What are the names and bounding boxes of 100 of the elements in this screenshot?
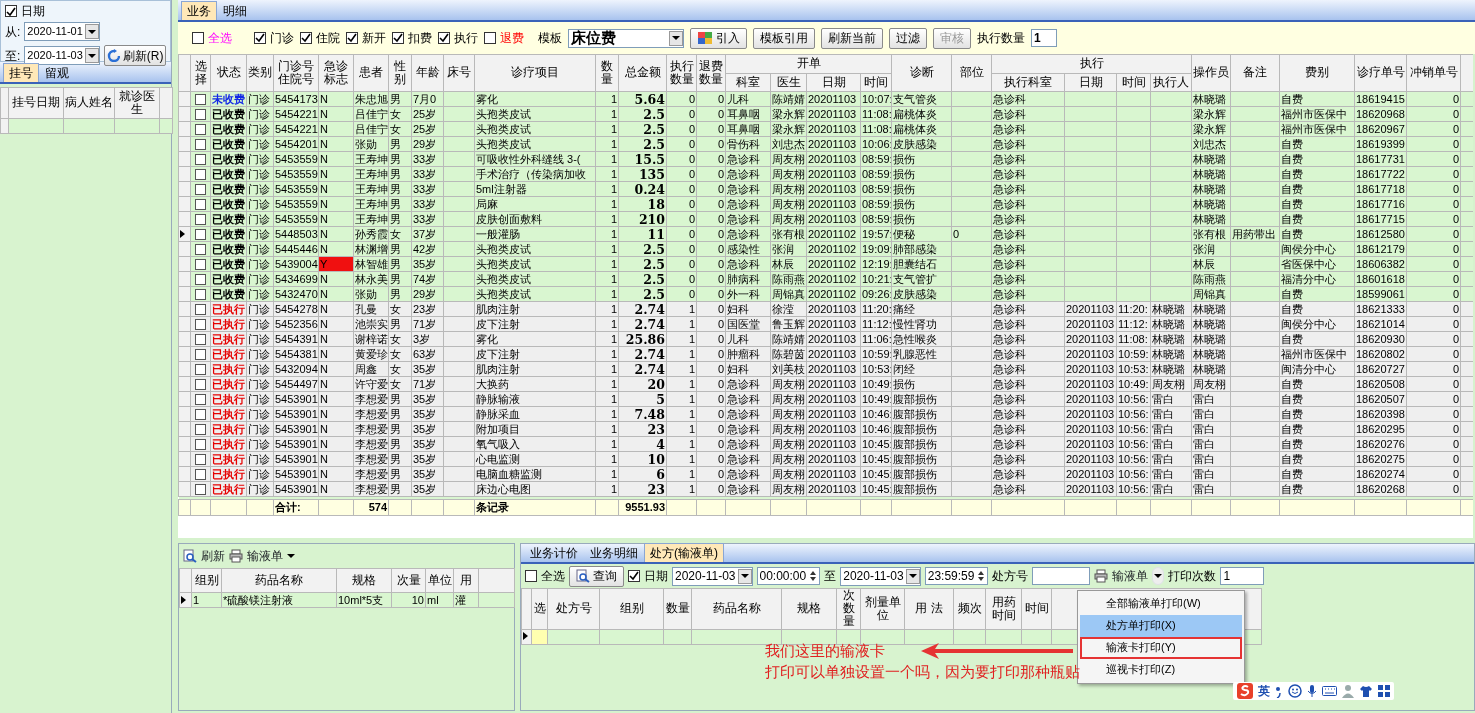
toolbar-button[interactable]: 模板引用 [753, 27, 815, 49]
row-checkbox[interactable] [195, 349, 206, 361]
column-header: 门诊号住院号 [273, 54, 319, 92]
search-icon [576, 569, 590, 583]
row-checkbox[interactable] [195, 244, 206, 256]
row-checkbox[interactable] [195, 469, 206, 481]
field-label: 从: [5, 24, 21, 40]
checkbox[interactable] [254, 32, 266, 44]
checkbox[interactable] [300, 32, 312, 44]
grid-icon [1378, 685, 1390, 697]
print-button[interactable]: 输液单 [1094, 567, 1149, 585]
count-field[interactable]: 1 [1220, 567, 1265, 585]
row-checkbox[interactable] [195, 124, 206, 136]
row-checkbox[interactable] [195, 259, 206, 271]
row-checkbox[interactable] [195, 184, 206, 196]
refresh-button[interactable]: 刷新 [183, 547, 225, 565]
spin-icon [809, 569, 818, 583]
row-checkbox[interactable] [195, 154, 206, 166]
row-checkbox[interactable] [195, 214, 206, 226]
row-checkbox[interactable] [195, 199, 206, 211]
tab[interactable]: 业务明细 [584, 542, 644, 562]
row-checkbox[interactable] [195, 364, 206, 376]
field-label: 打印次数 [1168, 568, 1217, 584]
date-select[interactable]: 2020-11-03 [672, 566, 753, 586]
menu-item[interactable]: 巡视卡打印(Z) [1080, 659, 1242, 681]
column-header: 次数量 [836, 588, 861, 630]
row-checkbox[interactable] [195, 379, 206, 391]
menu-item[interactable]: 处方单打印(X) [1080, 615, 1242, 637]
checkbox[interactable] [5, 5, 17, 18]
column-header: 患者 [353, 54, 389, 92]
checkbox-label: 执行 [454, 30, 478, 46]
row-checkbox[interactable] [195, 304, 206, 316]
tab[interactable]: 业务 [181, 0, 217, 20]
row-checkbox[interactable] [195, 229, 206, 241]
column-header: 诊疗项目 [474, 54, 596, 92]
time-field[interactable]: 23:59:59 [924, 567, 989, 585]
checkbox[interactable] [438, 32, 450, 44]
tab[interactable]: 明细 [217, 0, 253, 20]
field-label: 至 [824, 568, 837, 584]
column-header: 次量 [391, 568, 426, 593]
checkbox[interactable] [392, 32, 404, 44]
column-header: 急诊标志 [318, 54, 354, 92]
row-checkbox[interactable] [195, 409, 206, 421]
row-checkbox[interactable] [195, 334, 206, 346]
checkbox[interactable] [628, 570, 640, 582]
toolbar-button[interactable]: 过滤 [889, 27, 927, 49]
annotation-text: 我们这里的输液卡 [765, 641, 885, 661]
template-select[interactable]: 床位费 [568, 28, 684, 48]
date-select[interactable]: 2020-11-03 [24, 46, 100, 66]
prescription-number-field[interactable] [1032, 567, 1091, 585]
checkbox[interactable] [346, 32, 358, 44]
spin-icon [977, 569, 986, 583]
table-cell: 女 [388, 226, 412, 242]
tab[interactable]: 业务计价 [524, 542, 584, 562]
annotation-text: 打印可以单独设置一个吗，因为要打印那种瓶贴 [765, 662, 1080, 682]
checkbox[interactable] [525, 570, 537, 582]
caret-icon [740, 574, 749, 578]
toolbar-button[interactable]: 引入 [690, 27, 747, 49]
print-button[interactable]: 输液单 [229, 547, 295, 565]
check-icon [300, 32, 312, 44]
column-header: 数量 [595, 54, 619, 92]
column-header: 费别 [1279, 54, 1355, 92]
row-checkbox[interactable] [195, 454, 206, 466]
row-checkbox[interactable] [195, 169, 206, 181]
checkbox[interactable] [484, 32, 496, 44]
row-checkbox[interactable] [195, 439, 206, 451]
menu-item[interactable]: 输液卡打印(Y) [1080, 637, 1242, 659]
toolbar-button[interactable]: 刷新当前 [821, 27, 883, 49]
checkbox-label: 日期 [644, 568, 668, 584]
row-checkbox[interactable] [195, 424, 206, 436]
check-icon [346, 32, 358, 44]
row-checkbox[interactable] [195, 139, 206, 151]
column-header: 频次 [953, 588, 986, 630]
column-header: 备注 [1230, 54, 1280, 92]
row-pointer-icon [180, 229, 185, 238]
ime-mode[interactable]: 英 [1258, 683, 1270, 699]
dropdown-button[interactable] [1152, 567, 1165, 585]
menu-item[interactable]: 全部输液单打印(W) [1080, 593, 1242, 615]
row-checkbox[interactable] [195, 109, 206, 121]
row-checkbox[interactable] [195, 394, 206, 406]
tab[interactable]: 处方(输液单) [644, 542, 724, 562]
date-select[interactable]: 2020-11-01 [24, 22, 100, 42]
row-checkbox[interactable] [195, 274, 206, 286]
table-cell: 男 [388, 136, 412, 152]
table-cell: 男 [388, 316, 412, 332]
time-field[interactable]: 00:00:00 [756, 567, 821, 585]
table-cell: 女 [388, 346, 412, 362]
checkbox[interactable] [192, 32, 204, 44]
row-checkbox[interactable] [195, 484, 206, 496]
count-field[interactable]: 1 [1031, 29, 1057, 47]
row-checkbox[interactable] [195, 94, 206, 106]
row-checkbox[interactable] [195, 319, 206, 331]
refresh-button[interactable]: 刷新(R) [103, 45, 167, 67]
row-checkbox[interactable] [195, 289, 206, 301]
tab[interactable]: 挂号 [3, 62, 39, 82]
column-header: 用 法 [904, 588, 954, 630]
smiley-icon [1288, 684, 1302, 698]
shirt-icon [1359, 684, 1373, 698]
date-select[interactable]: 2020-11-03 [840, 566, 921, 586]
query-button[interactable]: 查询 [569, 565, 624, 587]
